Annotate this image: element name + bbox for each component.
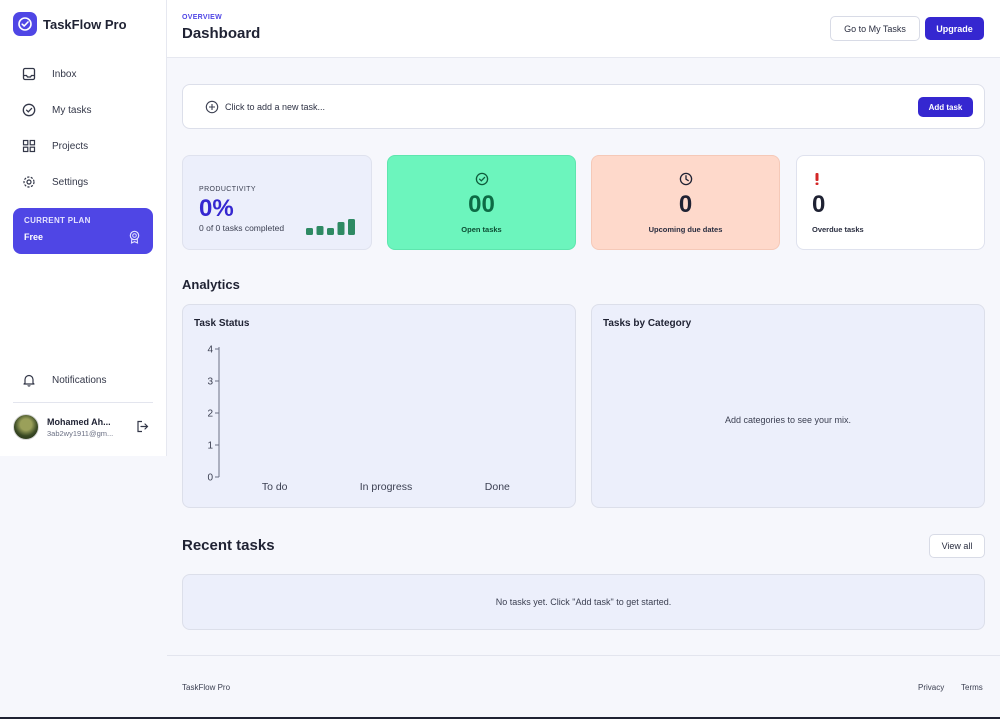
task-status-panel: Task Status 0 1 2 3 4 To do In progress Done xyxy=(182,304,576,508)
topbar: OVERVIEW Dashboard Go to My Tasks Upgrad… xyxy=(167,0,1000,58)
sidebar-nav: Inbox My tasks Projects Settings xyxy=(13,56,155,200)
productivity-eyebrow: PRODUCTIVITY xyxy=(199,186,256,193)
analytics-title: Analytics xyxy=(182,277,240,292)
sidebar-item-label: My tasks xyxy=(52,104,92,116)
gear-icon xyxy=(21,174,37,190)
sidebar-item-inbox[interactable]: Inbox xyxy=(13,56,155,92)
check-circle-icon xyxy=(21,102,37,118)
spark-bar xyxy=(327,228,334,235)
add-task-bar[interactable]: Click to add a new task... Add task xyxy=(182,84,985,129)
bell-icon xyxy=(21,372,37,388)
user-name: Mohamed Ah... xyxy=(47,416,111,427)
footer-brand: TaskFlow Pro xyxy=(182,683,231,692)
terms-link[interactable]: Terms xyxy=(961,683,983,692)
page-eyebrow: OVERVIEW xyxy=(182,14,223,21)
recent-tasks-list: No tasks yet. Click "Add task" to get st… xyxy=(182,574,985,630)
open-tasks-count: 00 xyxy=(468,191,495,218)
open-tasks-card[interactable]: 00 Open tasks xyxy=(387,155,576,250)
plus-circle-icon xyxy=(205,100,219,119)
upgrade-button[interactable]: Upgrade xyxy=(925,17,984,40)
brand[interactable]: TaskFlow Pro xyxy=(13,12,127,36)
recent-tasks-title: Recent tasks xyxy=(182,537,275,554)
footer: TaskFlow Pro Privacy Terms xyxy=(167,655,1000,719)
category-empty-message: Add categories to see your mix. xyxy=(724,415,852,425)
spark-bar xyxy=(348,219,355,235)
user-profile[interactable]: Mohamed Ah... 3ab2wy1911@gm... xyxy=(13,414,155,440)
sidebar-item-label: Inbox xyxy=(52,68,77,80)
overdue-card[interactable]: 0 Overdue tasks xyxy=(796,155,985,250)
upcoming-due-count: 0 xyxy=(678,191,693,218)
y-tick-label: 2 xyxy=(207,409,213,420)
productivity-subtitle: 0 of 0 tasks completed xyxy=(199,223,285,233)
sidebar-item-label: Settings xyxy=(52,176,89,188)
sidebar-divider xyxy=(13,402,153,403)
x-tick-label: Done xyxy=(485,481,510,493)
open-tasks-label: Open tasks xyxy=(461,225,502,234)
productivity-value: 0% xyxy=(199,195,234,222)
current-plan-card[interactable]: CURRENT PLAN Free xyxy=(13,208,153,254)
spark-bar xyxy=(316,226,324,235)
y-tick-label: 0 xyxy=(207,473,213,484)
award-icon xyxy=(128,230,141,249)
spark-bar xyxy=(306,228,313,235)
add-task-button[interactable]: Add task xyxy=(918,97,973,117)
check-circle-icon xyxy=(388,172,575,191)
overdue-count: 0 xyxy=(812,191,826,218)
tasks-by-category-panel: Tasks by Category Add categories to see … xyxy=(591,304,985,508)
grid-icon xyxy=(21,138,37,154)
x-tick-label: To do xyxy=(262,481,288,493)
upcoming-due-card[interactable]: 0 Upcoming due dates xyxy=(591,155,780,250)
overdue-label: Overdue tasks xyxy=(812,225,864,234)
brand-logo-icon xyxy=(13,12,37,36)
spark-bar xyxy=(337,222,345,235)
logout-icon[interactable] xyxy=(136,420,149,438)
notifications-label: Notifications xyxy=(52,374,107,386)
y-tick-label: 3 xyxy=(207,377,213,388)
sidebar-item-settings[interactable]: Settings xyxy=(13,164,155,200)
view-all-button[interactable]: View all xyxy=(929,534,985,558)
x-tick-label: In progress xyxy=(360,481,413,493)
recent-tasks-empty-message: No tasks yet. Click "Add task" to get st… xyxy=(495,597,672,607)
exclamation-icon xyxy=(812,172,822,191)
y-tick-label: 1 xyxy=(207,441,213,452)
tasks-by-category-title: Tasks by Category xyxy=(603,318,692,329)
productivity-sparkline xyxy=(306,219,355,235)
clock-icon xyxy=(592,172,779,191)
page-title: Dashboard xyxy=(182,25,261,42)
inbox-icon xyxy=(21,66,37,82)
productivity-card: PRODUCTIVITY 0% 0 of 0 tasks completed xyxy=(182,155,372,250)
sidebar-item-my-tasks[interactable]: My tasks xyxy=(13,92,155,128)
task-status-chart: 0 1 2 3 4 To do In progress Done xyxy=(207,345,510,494)
sidebar: TaskFlow Pro Inbox My tasks Projects Set… xyxy=(0,0,167,456)
brand-name: TaskFlow Pro xyxy=(43,16,127,32)
plan-eyebrow: CURRENT PLAN xyxy=(24,216,91,225)
sidebar-item-projects[interactable]: Projects xyxy=(13,128,155,164)
plan-name: Free xyxy=(24,232,44,242)
avatar xyxy=(13,414,39,440)
sidebar-item-label: Projects xyxy=(52,140,89,152)
go-to-my-tasks-button[interactable]: Go to My Tasks xyxy=(830,16,920,41)
user-info: Mohamed Ah... 3ab2wy1911@gm... xyxy=(47,417,113,438)
sidebar-item-notifications[interactable]: Notifications xyxy=(13,362,155,398)
y-tick-label: 4 xyxy=(207,345,213,356)
add-task-placeholder[interactable]: Click to add a new task... xyxy=(225,102,325,112)
privacy-link[interactable]: Privacy xyxy=(918,683,944,692)
upcoming-due-label: Upcoming due dates xyxy=(648,225,723,234)
user-email: 3ab2wy1911@gm... xyxy=(47,428,114,438)
